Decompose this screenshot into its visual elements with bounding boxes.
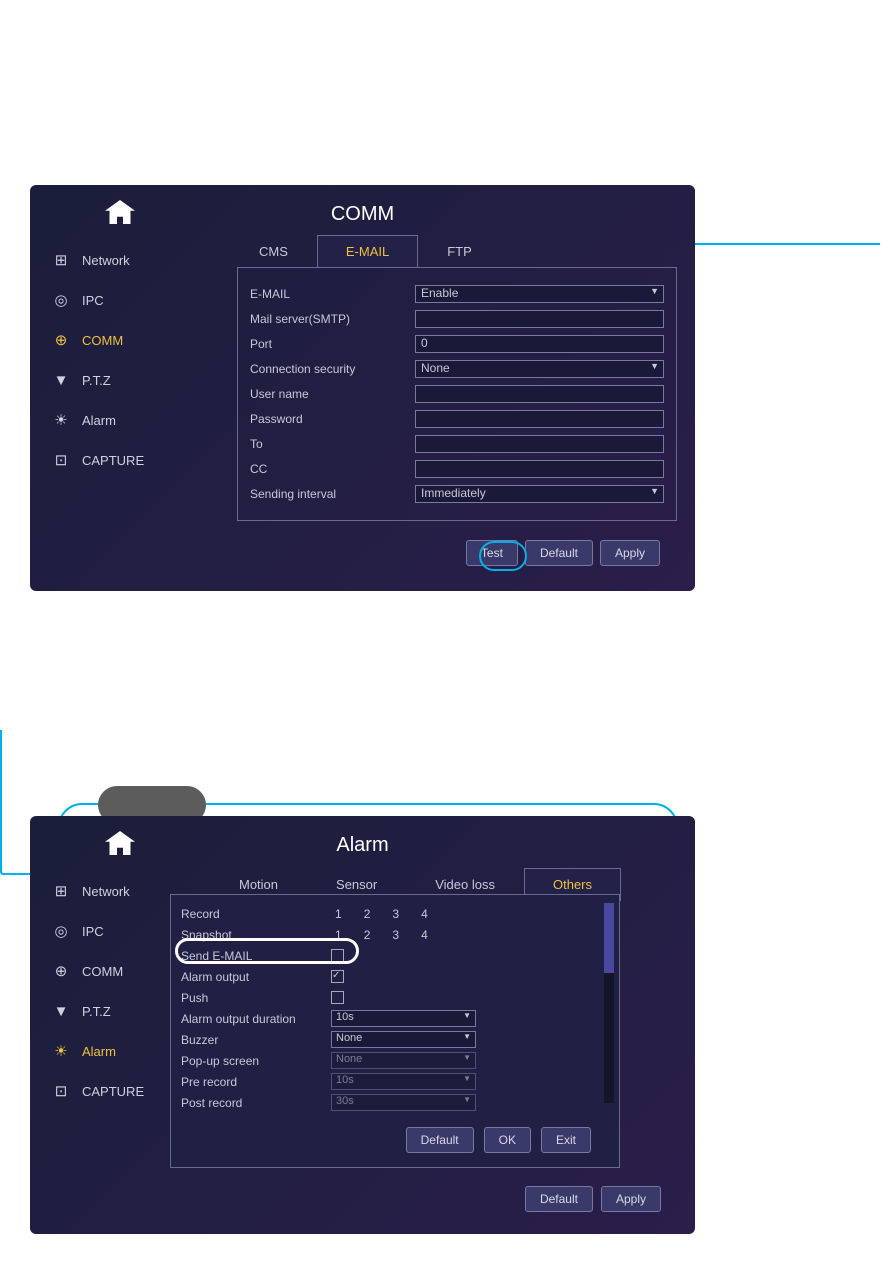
alarm-icon: ☀ xyxy=(50,411,72,429)
prerecord-label: Pre record xyxy=(181,1075,331,1089)
sidebar-label: Alarm xyxy=(82,413,116,428)
cc-label: CC xyxy=(250,462,415,476)
postrecord-label: Post record xyxy=(181,1096,331,1110)
test-highlight-ring xyxy=(479,541,527,571)
sidebar-label: Network xyxy=(82,253,130,268)
tab-cms[interactable]: CMS xyxy=(230,235,317,268)
alarm-out-dur-label: Alarm output duration xyxy=(181,1012,331,1026)
record-channels: 1234 xyxy=(331,907,428,921)
to-label: To xyxy=(250,437,415,451)
record-label: Record xyxy=(181,907,331,921)
email-panel: E-MAILEnable Mail server(SMTP) Port0 Con… xyxy=(237,267,677,521)
ptz-icon: ▼ xyxy=(50,371,72,389)
sidebar-label: P.T.Z xyxy=(82,1004,111,1019)
globe-icon: ⊕ xyxy=(50,331,72,349)
security-select[interactable]: None xyxy=(415,360,664,378)
send-email-highlight xyxy=(175,938,359,964)
capture-icon: ⊡ xyxy=(50,1082,72,1100)
sidebar: ⊞ Network ◎ IPC ⊕ COMM ▼ P.T.Z ☀ Alarm ⊡ CAPTU… xyxy=(40,240,210,480)
alarm-icon: ☀ xyxy=(50,1042,72,1060)
sidebar-item-capture[interactable]: ⊡ CAPTURE xyxy=(40,440,210,480)
ptz-icon: ▼ xyxy=(50,1002,72,1020)
prerecord-select[interactable]: 10s xyxy=(331,1073,476,1090)
smtp-input[interactable] xyxy=(415,310,664,328)
sidebar-label: CAPTURE xyxy=(82,453,144,468)
screen-title: COMM xyxy=(331,203,394,226)
comm-screen: COMM ⊞ Network ◎ IPC ⊕ COMM ▼ P.T.Z ☀ Alarm ⊡… xyxy=(30,185,695,591)
sidebar-label: COMM xyxy=(82,333,123,348)
globe-icon: ⊕ xyxy=(50,962,72,980)
inner-default-button[interactable]: Default xyxy=(406,1127,474,1153)
username-label: User name xyxy=(250,387,415,401)
email-select[interactable]: Enable xyxy=(415,285,664,303)
tabs: CMS E-MAIL FTP xyxy=(230,235,501,268)
outer-apply-button[interactable]: Apply xyxy=(601,1186,661,1212)
sidebar-label: IPC xyxy=(82,293,104,308)
alarm-out-dur-select[interactable]: 10s xyxy=(331,1010,476,1027)
port-label: Port xyxy=(250,337,415,351)
sidebar-item-network[interactable]: ⊞ Network xyxy=(40,240,210,280)
sidebar-label: IPC xyxy=(82,924,104,939)
default-button[interactable]: Default xyxy=(525,540,593,566)
network-icon: ⊞ xyxy=(50,251,72,269)
alarm-output-checkbox[interactable] xyxy=(331,970,344,983)
inner-buttons: Default OK Exit xyxy=(199,1127,591,1153)
sidebar-label: Alarm xyxy=(82,1044,116,1059)
email-label: E-MAIL xyxy=(250,287,415,301)
buzzer-select[interactable]: None xyxy=(331,1031,476,1048)
tab-email[interactable]: E-MAIL xyxy=(317,235,418,268)
sidebar-item-comm[interactable]: ⊕ COMM xyxy=(40,320,210,360)
camera-icon: ◎ xyxy=(50,922,72,940)
sidebar-item-ptz[interactable]: ▼ P.T.Z xyxy=(40,360,210,400)
scrollbar-thumb[interactable] xyxy=(604,903,614,973)
sidebar-item-alarm[interactable]: ☀ Alarm xyxy=(40,400,210,440)
sidebar-item-ipc[interactable]: ◎ IPC xyxy=(40,280,210,320)
tab-ftp[interactable]: FTP xyxy=(418,235,501,268)
password-input[interactable] xyxy=(415,410,664,428)
popup-select[interactable]: None xyxy=(331,1052,476,1069)
buzzer-label: Buzzer xyxy=(181,1033,331,1047)
popup-label: Pop-up screen xyxy=(181,1054,331,1068)
password-label: Password xyxy=(250,412,415,426)
alarm-screen: Alarm ⊞ Network ◎ IPC ⊕ COMM ▼ P.T.Z ☀ Alarm … xyxy=(30,816,695,1234)
alarm-output-label: Alarm output xyxy=(181,970,331,984)
postrecord-select[interactable]: 30s xyxy=(331,1094,476,1111)
apply-button[interactable]: Apply xyxy=(600,540,660,566)
capture-icon: ⊡ xyxy=(50,451,72,469)
push-checkbox[interactable] xyxy=(331,991,344,1004)
smtp-label: Mail server(SMTP) xyxy=(250,312,415,326)
outer-buttons: Default Apply xyxy=(525,1186,661,1212)
home-icon[interactable] xyxy=(105,831,135,855)
interval-label: Sending interval xyxy=(250,487,415,501)
port-input[interactable]: 0 xyxy=(415,335,664,353)
push-label: Push xyxy=(181,991,331,1005)
cc-input[interactable] xyxy=(415,460,664,478)
username-input[interactable] xyxy=(415,385,664,403)
sidebar-label: CAPTURE xyxy=(82,1084,144,1099)
sidebar-label: P.T.Z xyxy=(82,373,111,388)
interval-select[interactable]: Immediately xyxy=(415,485,664,503)
to-input[interactable] xyxy=(415,435,664,453)
network-icon: ⊞ xyxy=(50,882,72,900)
exit-button[interactable]: Exit xyxy=(541,1127,591,1153)
outer-default-button[interactable]: Default xyxy=(525,1186,593,1212)
camera-icon: ◎ xyxy=(50,291,72,309)
screen-title: Alarm xyxy=(336,834,388,857)
home-icon[interactable] xyxy=(105,200,135,224)
alarm-panel: Record1234 Snapshot1234 Send E-MAIL Alar… xyxy=(170,894,620,1168)
sidebar-label: COMM xyxy=(82,964,123,979)
sidebar-label: Network xyxy=(82,884,130,899)
security-label: Connection security xyxy=(250,362,415,376)
ok-button[interactable]: OK xyxy=(484,1127,531,1153)
